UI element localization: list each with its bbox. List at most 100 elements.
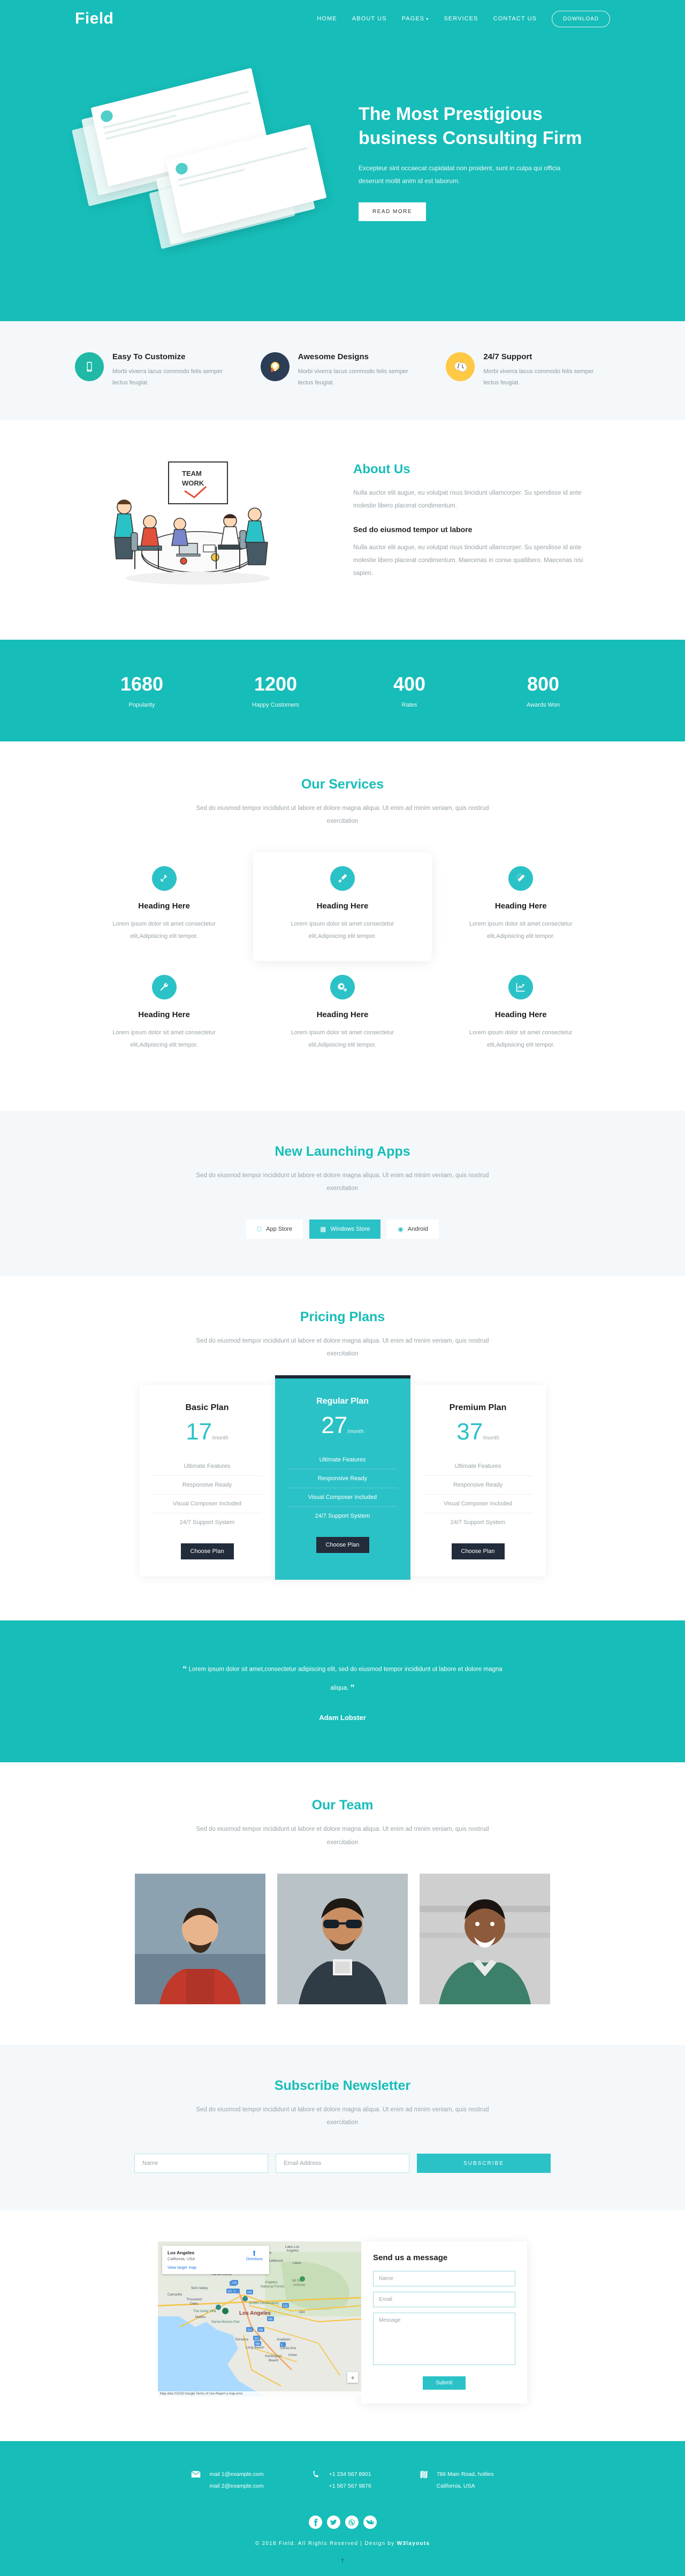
nav-item-home[interactable]: HOME [317, 16, 337, 22]
plan-feature: Ultimate Features [287, 1451, 398, 1470]
svg-text:Santa Monica Pier: Santa Monica Pier [211, 2320, 240, 2324]
view-larger-map-link[interactable]: View larger map [168, 2265, 264, 2270]
service-desc: Lorem ipsum dolor sit amet consectetur e… [291, 1029, 394, 1049]
service-card[interactable]: Heading Here Lorem ipsum dolor sit amet … [75, 852, 253, 961]
svg-text:Irvine: Irvine [288, 2353, 297, 2357]
nav-item-about-us[interactable]: ABOUT US [352, 16, 387, 22]
contact-message-textarea[interactable] [373, 2313, 515, 2366]
svg-text:Los Angeles: Los Angeles [239, 2310, 271, 2316]
plan-feature: Responsive Ready [287, 1469, 398, 1489]
hammer-icon [151, 866, 177, 891]
nav-item-services[interactable]: SERVICES [444, 16, 478, 22]
plan-feature: Responsive Ready [152, 1476, 262, 1495]
team-member-card[interactable] [420, 1873, 550, 2004]
download-button[interactable]: DOWNLOAD [552, 10, 610, 27]
service-card-featured[interactable]: Heading Here Lorem ipsum dolor sit amet … [253, 852, 432, 961]
footer-phone-2[interactable]: +1 567 567 9876 [329, 2481, 371, 2492]
svg-text:110: 110 [247, 2329, 252, 2332]
app-store-button[interactable]:  App Store [246, 1219, 303, 1239]
service-title: Heading Here [316, 1010, 369, 1020]
whiteboard-line2: WORK [182, 479, 204, 487]
footer-email-text: mail 1@example.com mail 2@example.com [209, 2469, 263, 2492]
plan-feature: 24/7 Support System [179, 1519, 235, 1526]
nav-item-contact-us[interactable]: CONTACT US [493, 16, 537, 22]
whiteboard-line1: TEAM [182, 469, 202, 478]
newsletter-name-input[interactable] [134, 2154, 268, 2173]
scroll-to-top-button[interactable]: ↑ [75, 2556, 610, 2576]
newsletter-header: Subscribe Newsletter Sed do eiusmod temp… [75, 2078, 610, 2129]
plan-period: /month [212, 1435, 229, 1442]
footer-email-1[interactable]: mail 1@example.com [209, 2469, 263, 2481]
chart-line-icon [508, 975, 534, 1000]
main-navbar: Field HOME ABOUT US PAGES ▾ SERVICES CONT… [75, 0, 610, 28]
contact-name-input[interactable] [373, 2271, 515, 2287]
feature-card: Awesome Designs Morbi viverra lacus comm… [260, 352, 425, 389]
team-header: Our Team Sed do eiusmod tempor incididun… [75, 1798, 610, 1848]
map-zoom-in-button[interactable]: + [347, 2372, 358, 2383]
svg-text:5: 5 [234, 2290, 235, 2293]
pricing-plan-basic: Basic Plan 17/month Ultimate Features Re… [139, 1385, 275, 1577]
choose-plan-button[interactable]: Choose Plan [316, 1537, 369, 1554]
vk-icon[interactable] [363, 2516, 377, 2529]
dribbble-icon[interactable] [345, 2516, 359, 2529]
choose-plan-button[interactable]: Choose Plan [451, 1543, 505, 1560]
footer-email-block: mail 1@example.com mail 2@example.com [191, 2469, 264, 2492]
directions-label: Directions [246, 2257, 263, 2262]
team-member-card[interactable] [277, 1873, 408, 2004]
copyright-line: © 2018 Field. All Rights Reserved | Desi… [255, 2541, 397, 2547]
directions-button[interactable]: Directions [246, 2250, 263, 2261]
counter-item: 1200 Happy Customers [209, 673, 342, 708]
contact-email-input[interactable] [373, 2292, 515, 2308]
facebook-icon[interactable] [308, 2516, 322, 2529]
newsletter-email-input[interactable] [276, 2154, 409, 2173]
clock-icon [446, 352, 475, 381]
windows-store-button[interactable]: ▦ Windows Store [309, 1219, 381, 1239]
about-subtitle: Sed do eiusmod tempor ut labore [353, 525, 473, 534]
svg-text:Camarillo: Camarillo [168, 2293, 182, 2297]
team-member-card[interactable] [135, 1873, 265, 2004]
google-map[interactable]: 118 101 5 210 210 110 105 110 405 605 5 … [158, 2241, 361, 2397]
svg-text:110: 110 [254, 2337, 258, 2340]
twitter-icon[interactable] [326, 2516, 340, 2529]
service-card[interactable]: Heading Here Lorem ipsum dolor sit amet … [432, 961, 610, 1070]
about-section: TEAM WORK About Us Nulla auctor elit aug… [0, 420, 685, 640]
counters-section: 1680 Popularity 1200 Happy Customers 400… [0, 639, 685, 741]
feature-desc: Morbi viverra lacus commodo felis semper… [298, 368, 408, 387]
quote-close-icon: ” [350, 1684, 355, 1693]
service-card[interactable]: Heading Here Lorem ipsum dolor sit amet … [75, 961, 253, 1070]
feature-title: 24/7 Support [483, 352, 532, 361]
contact-form: Send us a message Submit [361, 2241, 527, 2404]
service-desc: Lorem ipsum dolor sit amet consectetur e… [469, 921, 573, 940]
services-header: Our Services Sed do eiusmod tempor incid… [75, 777, 610, 828]
service-card[interactable]: Heading Here Lorem ipsum dolor sit amet … [253, 961, 431, 1070]
svg-text:Littlerock: Littlerock [269, 2259, 284, 2263]
newsletter-section: Subscribe Newsletter Sed do eiusmod temp… [0, 2044, 685, 2211]
phone-icon [312, 2469, 321, 2481]
footer-phone-text: +1 234 567 8901 +1 567 567 9876 [329, 2469, 371, 2492]
android-button[interactable]: ◉ Android [387, 1219, 439, 1239]
read-more-button[interactable]: READ MORE [359, 202, 427, 222]
plan-period: /month [347, 1429, 364, 1435]
subscribe-button[interactable]: SUBSCRIBE [417, 2154, 551, 2173]
choose-plan-button[interactable]: Choose Plan [180, 1543, 234, 1560]
footer-email-2[interactable]: mail 2@example.com [209, 2481, 263, 2492]
android-icon: ◉ [395, 1225, 403, 1233]
svg-text:605: 605 [268, 2318, 273, 2321]
service-title: Heading Here [138, 1010, 190, 1020]
submit-button[interactable]: Submit [423, 2376, 466, 2390]
footer-phone-1[interactable]: +1 234 567 8901 [329, 2469, 371, 2481]
services-desc: Sed do eiusmod tempor incididunt ut labo… [196, 805, 489, 825]
svg-text:Griffith Observatory: Griffith Observatory [249, 2301, 279, 2305]
service-card[interactable]: Heading Here Lorem ipsum dolor sit amet … [432, 852, 610, 961]
feature-desc: Morbi viverra lacus commodo felis semper… [112, 368, 223, 387]
windows-icon: ▦ [317, 1225, 326, 1233]
svg-text:210: 210 [247, 2291, 252, 2294]
svg-text:Anaheim: Anaheim [277, 2338, 291, 2342]
brand-logo[interactable]: Field [75, 10, 114, 28]
apps-desc: Sed do eiusmod tempor incididunt ut labo… [196, 1172, 489, 1192]
designer-link[interactable]: W3layouts [397, 2541, 430, 2547]
nav-item-pages[interactable]: PAGES ▾ [402, 16, 429, 22]
features-section: Easy To Customize Morbi viverra lacus co… [0, 321, 685, 420]
chevron-down-icon: ▾ [426, 17, 429, 21]
hero-section: Field HOME ABOUT US PAGES ▾ SERVICES CONT… [0, 0, 685, 321]
